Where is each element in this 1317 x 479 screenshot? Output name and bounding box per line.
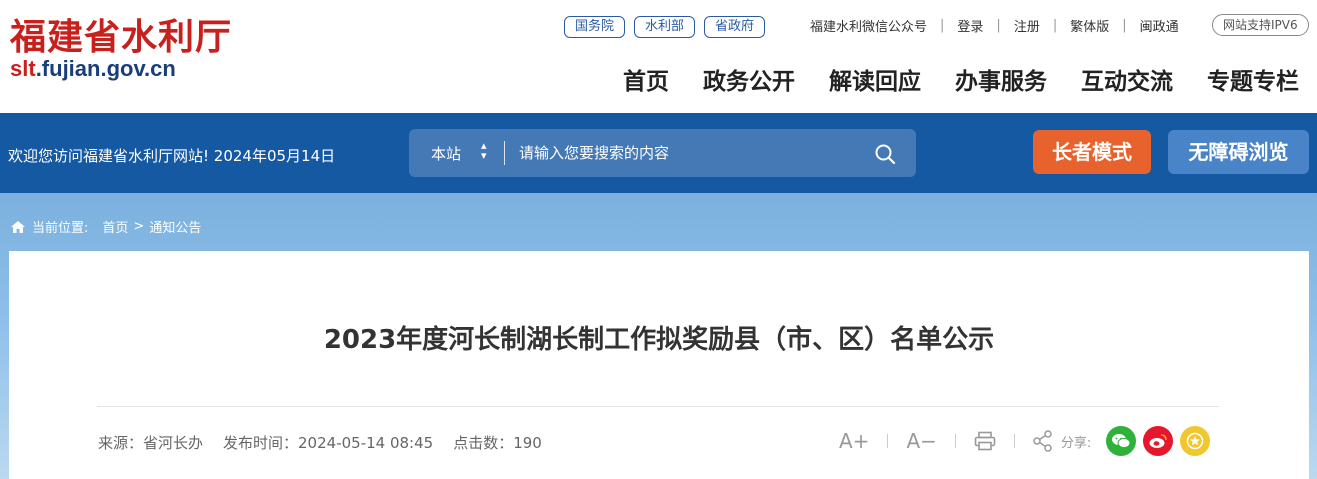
breadcrumb-separator: > — [133, 219, 145, 234]
site-url: slt.fujian.gov.cn — [10, 56, 176, 82]
article-publish-time: 发布时间：2024-05-14 08:45 — [223, 434, 434, 452]
share-label: 分享: — [1060, 435, 1092, 451]
top-links: 福建水利微信公众号 | 登录 | 注册 | 繁体版 | 闽政通 — [810, 16, 1179, 35]
print-icon[interactable] — [974, 431, 996, 451]
gov-link-state-council[interactable]: 国务院 — [564, 16, 626, 38]
font-increase-button[interactable]: A+ — [839, 429, 869, 453]
gov-link-province[interactable]: 省政府 — [704, 16, 766, 38]
home-icon — [11, 220, 25, 233]
search-input[interactable] — [519, 137, 859, 169]
site-logo[interactable]: 福建省水利厅 — [10, 8, 232, 60]
nav-government-affairs[interactable]: 政务公开 — [703, 62, 795, 96]
ipv6-badge: 网站支持IPV6 — [1212, 14, 1309, 36]
wechat-account-link[interactable]: 福建水利微信公众号 — [810, 16, 927, 35]
nav-interpretation[interactable]: 解读回应 — [829, 62, 921, 96]
separator: | — [940, 18, 945, 33]
search-box: 本站 ▴ ▾ — [409, 129, 916, 177]
elder-mode-button[interactable]: 长者模式 — [1033, 130, 1151, 174]
welcome-text: 欢迎您访问福建省水利厅网站! 2024年05月14日 — [8, 147, 336, 165]
register-link[interactable]: 注册 — [1014, 16, 1040, 35]
article-panel: 2023年度河长制湖长制工作拟奖励县（市、区）名单公示 来源：省河长办 发布时间… — [9, 251, 1309, 479]
nav-services[interactable]: 办事服务 — [955, 62, 1047, 96]
article-source: 来源：省河长办 — [98, 434, 204, 452]
separator — [954, 434, 956, 448]
site-url-rest: .fujian.gov.cn — [35, 56, 176, 81]
article-title: 2023年度河长制湖长制工作拟奖励县（市、区）名单公示 — [323, 325, 995, 355]
article-click-count: 点击数：190 — [453, 434, 542, 452]
main-nav: 首页 政务公开 解读回应 办事服务 互动交流 专题专栏 — [623, 62, 1299, 96]
login-link[interactable]: 登录 — [957, 16, 983, 35]
search-divider — [504, 141, 505, 165]
font-decrease-button[interactable]: A− — [906, 429, 936, 453]
separator — [887, 434, 889, 448]
title-divider — [97, 406, 1219, 407]
wechat-icon[interactable] — [1106, 426, 1137, 456]
site-url-highlight: slt — [10, 56, 36, 81]
utility-bar: 欢迎您访问福建省水利厅网站! 2024年05月14日 本站 ▴▾ 长者模式 无障… — [0, 113, 1317, 193]
article-meta: 来源：省河长办 发布时间：2024-05-14 08:45 点击数：190 — [98, 432, 562, 453]
search-icon[interactable] — [874, 143, 896, 165]
gov-link-water-ministry[interactable]: 水利部 — [634, 16, 696, 38]
separator: | — [996, 18, 1001, 33]
nav-special-topics[interactable]: 专题专栏 — [1207, 62, 1299, 96]
site-header: 福建省水利厅 slt.fujian.gov.cn 国务院 水利部 省政府 福建水… — [0, 0, 1317, 113]
breadcrumb-notices[interactable]: 通知公告 — [149, 217, 201, 236]
favorite-icon[interactable] — [1180, 426, 1211, 456]
search-scope-select[interactable]: 本站 — [431, 143, 461, 164]
breadcrumb-home[interactable]: 首页 — [102, 217, 128, 236]
separator: | — [1052, 18, 1058, 33]
sort-arrows-icon[interactable]: ▴ ▾ — [481, 140, 487, 161]
weibo-icon[interactable] — [1143, 426, 1174, 456]
breadcrumb-label: 当前位置: — [32, 221, 89, 236]
accessibility-button[interactable]: 无障碍浏览 — [1168, 130, 1309, 174]
traditional-chinese-link[interactable]: 繁体版 — [1070, 16, 1109, 35]
separator: | — [1122, 18, 1127, 33]
minzhengtong-link[interactable]: 闽政通 — [1140, 16, 1179, 35]
nav-interaction[interactable]: 互动交流 — [1081, 62, 1173, 96]
gov-links: 国务院 水利部 省政府 — [564, 16, 766, 38]
separator — [1013, 434, 1015, 448]
article-tools: A+ A− 分享: — [839, 426, 1211, 456]
breadcrumb: 当前位置: 首页 > 通知公告 — [10, 217, 201, 236]
share-icon[interactable] — [1033, 430, 1053, 452]
nav-home[interactable]: 首页 — [623, 62, 669, 96]
